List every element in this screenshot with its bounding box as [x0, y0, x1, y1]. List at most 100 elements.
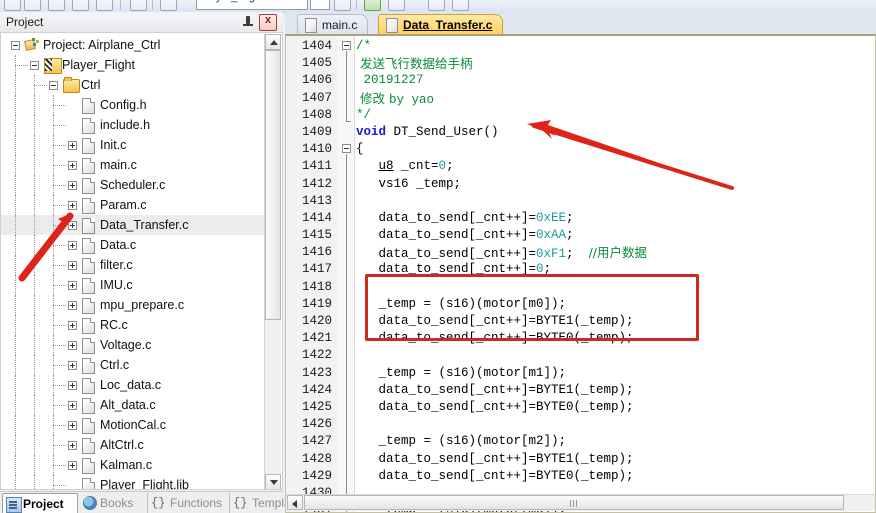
scroll-left-button[interactable] — [287, 495, 303, 510]
toolbar-icon-9[interactable] — [428, 0, 445, 11]
plus-bar — [72, 163, 73, 168]
toolbar-icon-10[interactable] — [452, 0, 469, 11]
tree-item-param-c[interactable]: Param.c — [1, 195, 266, 215]
code-token: data_to_send[_cnt++]= — [356, 210, 537, 225]
editor-horizontal-scrollbar[interactable] — [287, 494, 875, 511]
line-number: 1425 — [301, 399, 332, 414]
tree-item-init-c[interactable]: Init.c — [1, 135, 266, 155]
tree-item-include-h[interactable]: include.h — [1, 115, 266, 135]
tab-functions[interactable]: {} Functions — [148, 493, 230, 513]
expand-plus-icon[interactable] — [68, 401, 77, 410]
expand-plus-icon[interactable] — [68, 341, 77, 350]
toolbar-icon-7[interactable] — [334, 0, 351, 11]
tab-project[interactable]: Project — [2, 493, 78, 513]
expand-plus-icon[interactable] — [68, 221, 77, 230]
scroll-up-button[interactable] — [265, 34, 281, 50]
toolbar-icon-5[interactable] — [96, 0, 113, 11]
editor-tab-main-c[interactable]: main.c — [297, 14, 369, 34]
expand-plus-icon[interactable] — [68, 181, 77, 190]
tree-item-alt-data-c[interactable]: Alt_data.c — [1, 395, 266, 415]
expand-plus-icon[interactable] — [68, 201, 77, 210]
scrollbar-thumb[interactable] — [265, 50, 281, 320]
tree-guide-connector — [53, 165, 66, 167]
expand-plus-icon[interactable] — [68, 301, 77, 310]
tree-item-player-flight[interactable]: Player_Flight — [1, 55, 266, 75]
tree-item-main-c[interactable]: main.c — [1, 155, 266, 175]
expand-plus-icon[interactable] — [68, 281, 77, 290]
tree-item-player-flight-lib[interactable]: Player_Flight.lib — [1, 475, 266, 489]
tree-item-altctrl-c[interactable]: AltCtrl.c — [1, 435, 266, 455]
tree-guide-connector — [53, 245, 66, 247]
tree-item-loc-data-c[interactable]: Loc_data.c — [1, 375, 266, 395]
toolbar-manage-icon[interactable] — [364, 0, 381, 11]
toolbar-icon-6[interactable] — [160, 0, 177, 11]
collapse-minus-icon[interactable] — [49, 81, 58, 90]
minus-bar — [32, 65, 37, 66]
tree-guide-connector — [53, 185, 66, 187]
expand-plus-icon[interactable] — [68, 241, 77, 250]
editor-tab-data-transfer-c[interactable]: Data_Transfer.c — [378, 14, 504, 34]
tree-item-kalman-c[interactable]: Kalman.c — [1, 455, 266, 475]
plus-bar — [72, 283, 73, 288]
expand-plus-icon[interactable] — [68, 461, 77, 470]
code-text: _temp = (s16)(motor[m2]); — [356, 433, 567, 450]
tree-item-config-h[interactable]: Config.h — [1, 95, 266, 115]
project-tree[interactable]: Project: Airplane_Ctrl Player_Flight Ctrl C… — [0, 32, 283, 490]
toolbar-icon-4[interactable] — [72, 0, 89, 11]
tree-guide-line — [15, 455, 17, 475]
tree-item-ctrl[interactable]: Ctrl — [1, 75, 266, 95]
tree-item-project-airplane-ctrl[interactable]: Project: Airplane_Ctrl — [1, 35, 266, 55]
hscrollbar-thumb[interactable] — [304, 495, 844, 510]
tree-guide-connector — [53, 305, 66, 307]
project-panel-title: Project — [6, 15, 44, 29]
line-number: 1426 — [301, 417, 332, 432]
toolbar-icon-3[interactable] — [48, 0, 65, 11]
expand-plus-icon[interactable] — [68, 261, 77, 270]
file-icon — [82, 98, 95, 114]
code-token: 0xF1 — [536, 247, 567, 262]
tree-item-filter-c[interactable]: filter.c — [1, 255, 266, 275]
tab-functions-label: Functions — [170, 496, 223, 510]
plus-bar — [72, 183, 73, 188]
expand-plus-icon[interactable] — [68, 441, 77, 450]
tree-item-motioncal-c[interactable]: MotionCal.c — [1, 415, 266, 435]
file-icon — [82, 258, 95, 274]
scroll-down-button[interactable] — [265, 474, 281, 489]
target-dropdown-button[interactable] — [310, 0, 330, 10]
code-editor[interactable]: 1404/* 1405 发送飞行数据给手柄 1406 20191227 1407 修改… — [285, 34, 876, 513]
collapse-minus-icon[interactable] — [30, 61, 39, 70]
project-tree-scrollbar[interactable] — [264, 34, 281, 489]
toolbar-build-icon[interactable] — [130, 0, 147, 11]
close-panel-button[interactable]: x — [259, 14, 277, 31]
expand-plus-icon[interactable] — [68, 141, 77, 150]
tree-item-data-transfer-c[interactable]: Data_Transfer.c — [1, 215, 266, 235]
toolbar-icon-8[interactable] — [388, 0, 405, 11]
tree-guide-line — [34, 435, 36, 455]
toolbar-icon-1[interactable] — [4, 0, 21, 11]
toolbar-icon-2[interactable] — [24, 0, 41, 11]
tree-item-scheduler-c[interactable]: Scheduler.c — [1, 175, 266, 195]
tab-project-label: Project — [23, 497, 64, 511]
tree-item-ctrl-c[interactable]: Ctrl.c — [1, 355, 266, 375]
code-line: 1412 vs16 _temp; — [286, 176, 875, 193]
tree-item-rc-c[interactable]: RC.c — [1, 315, 266, 335]
expand-plus-icon[interactable] — [68, 361, 77, 370]
expand-plus-icon[interactable] — [68, 161, 77, 170]
tree-item-imu-c[interactable]: IMU.c — [1, 275, 266, 295]
tree-item-mpu-prepare-c[interactable]: mpu_prepare.c — [1, 295, 266, 315]
tree-item-data-c[interactable]: Data.c — [1, 235, 266, 255]
code-text: data_to_send[_cnt++]=BYTE1(_temp); — [356, 451, 634, 468]
collapse-minus-icon[interactable] — [11, 41, 20, 50]
tab-books[interactable]: Books — [80, 493, 148, 513]
tree-item-label: MotionCal.c — [100, 418, 166, 432]
expand-plus-icon[interactable] — [68, 421, 77, 430]
line-number: 1423 — [301, 365, 332, 380]
code-token: ; — [566, 210, 574, 225]
project-icon — [24, 38, 40, 52]
expand-plus-icon[interactable] — [68, 381, 77, 390]
tree-guide-connector — [53, 325, 66, 327]
pin-icon[interactable] — [241, 15, 255, 29]
expand-plus-icon[interactable] — [68, 321, 77, 330]
tree-guide-connector — [53, 105, 66, 107]
tree-item-voltage-c[interactable]: Voltage.c — [1, 335, 266, 355]
